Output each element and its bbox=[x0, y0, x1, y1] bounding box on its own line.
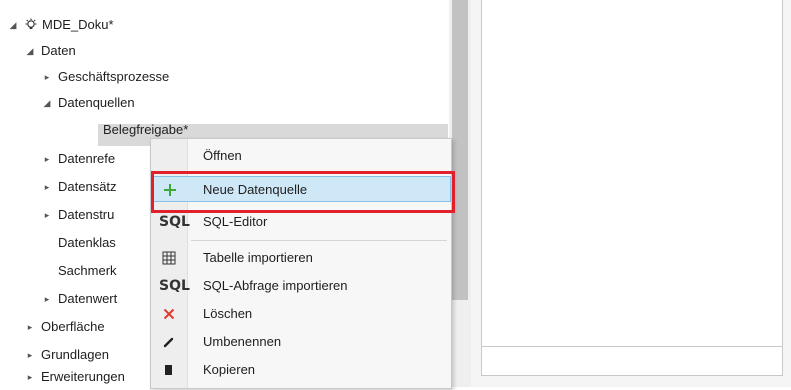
collapse-toggle-icon[interactable]: ◢ bbox=[42, 90, 52, 116]
menu-item-oeffnen[interactable]: Öffnen bbox=[151, 143, 451, 169]
tree-node-label: Datenwert bbox=[58, 291, 118, 306]
tree-node-label: Datenklas bbox=[58, 235, 116, 250]
sql-icon: SQL bbox=[159, 214, 190, 230]
tree-node-label: Datenquellen bbox=[58, 95, 135, 110]
tree-node-label: Sachmerk bbox=[58, 263, 117, 278]
tree-node-label: Datensätz bbox=[58, 179, 117, 194]
menu-item-tabelle-importieren[interactable]: Tabelle importieren bbox=[151, 245, 451, 271]
tree-node-label: Erweiterungen bbox=[41, 369, 125, 384]
callout-highlight-box bbox=[151, 171, 455, 213]
tree-node-label: Geschäftsprozesse bbox=[58, 69, 170, 84]
menu-separator bbox=[191, 240, 447, 241]
menu-item-loeschen[interactable]: Löschen bbox=[151, 301, 451, 327]
collapse-toggle-icon[interactable]: ◢ bbox=[8, 12, 18, 38]
rename-icon bbox=[159, 332, 179, 352]
detail-pane bbox=[471, 0, 791, 387]
expand-toggle-icon[interactable]: ▸ bbox=[42, 64, 52, 90]
collapse-toggle-icon[interactable]: ◢ bbox=[25, 38, 35, 64]
menu-item-sql-abfrage-importieren[interactable]: SQL SQL-Abfrage importieren bbox=[151, 273, 451, 299]
tree-node-label: Daten bbox=[41, 43, 76, 58]
menu-item-kopieren[interactable]: Kopieren bbox=[151, 357, 451, 383]
detail-frame bbox=[481, 0, 783, 376]
menu-item-umbenennen[interactable]: Umbenennen bbox=[151, 329, 451, 355]
menu-item-label: Öffnen bbox=[203, 148, 242, 163]
tree-node-label: MDE_Doku* bbox=[42, 17, 114, 32]
expand-toggle-icon[interactable]: ▸ bbox=[42, 202, 52, 228]
menu-item-label: Umbenennen bbox=[203, 334, 282, 349]
copy-icon bbox=[159, 360, 179, 380]
tree-node-label: Oberfläche bbox=[41, 319, 105, 334]
expand-toggle-icon[interactable]: ▸ bbox=[25, 364, 35, 390]
bulb-gear-icon bbox=[24, 12, 38, 41]
delete-icon bbox=[159, 304, 179, 324]
expand-toggle-icon[interactable]: ▸ bbox=[25, 314, 35, 340]
table-import-icon bbox=[159, 248, 179, 268]
sql-import-icon: SQL bbox=[159, 278, 190, 294]
expand-toggle-icon[interactable]: ▸ bbox=[42, 286, 52, 312]
expand-toggle-icon[interactable]: ▸ bbox=[42, 146, 52, 172]
expand-toggle-icon[interactable]: ▸ bbox=[42, 174, 52, 200]
menu-item-label: Tabelle importieren bbox=[203, 250, 313, 265]
tree-node-label: Datenrefe bbox=[58, 151, 116, 166]
tree-node-label: Datenstru bbox=[58, 207, 115, 222]
scrollbar-thumb[interactable] bbox=[452, 0, 468, 300]
menu-item-label: Löschen bbox=[203, 306, 253, 321]
divider bbox=[482, 346, 782, 347]
menu-item-label: SQL-Abfrage importieren bbox=[203, 278, 348, 293]
menu-item-label: Kopieren bbox=[203, 362, 256, 377]
